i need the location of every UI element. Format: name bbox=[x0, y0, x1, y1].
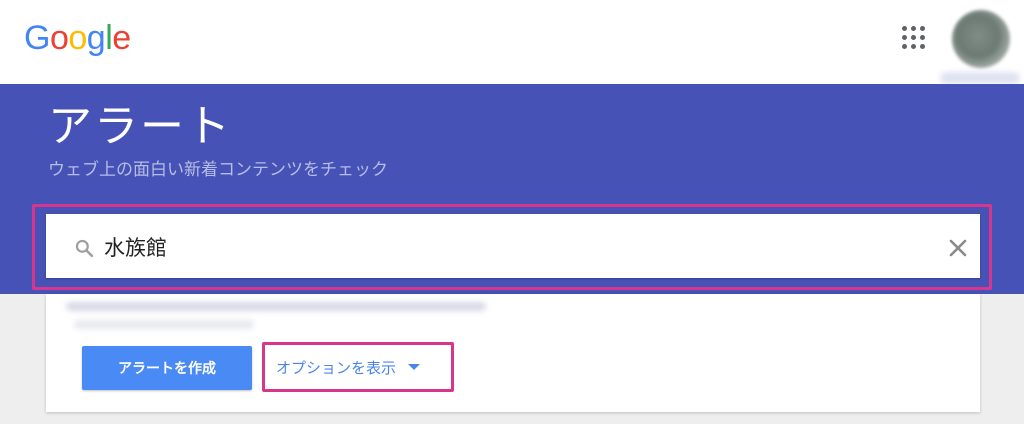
logo-letter: G bbox=[24, 19, 50, 57]
caret-down-icon bbox=[408, 364, 421, 370]
apps-grid-icon[interactable] bbox=[902, 26, 926, 50]
search-icon bbox=[75, 239, 94, 258]
logo-letter: o bbox=[49, 19, 69, 57]
blurred-text bbox=[66, 302, 486, 311]
show-options-button[interactable]: オプションを表示 bbox=[268, 348, 448, 386]
logo-letter: g bbox=[86, 19, 106, 57]
blurred-text bbox=[74, 320, 254, 329]
close-icon[interactable] bbox=[946, 236, 970, 260]
avatar[interactable] bbox=[952, 10, 1010, 68]
show-options-label: オプションを表示 bbox=[276, 358, 397, 377]
google-logo[interactable]: Google bbox=[24, 16, 131, 60]
search-input[interactable] bbox=[104, 230, 924, 266]
logo-letter: o bbox=[68, 19, 87, 57]
top-bar: Google bbox=[0, 0, 1024, 84]
logo-letter: l bbox=[105, 19, 113, 57]
page-subtitle: ウェブ上の面白い新着コンテンツをチェック bbox=[48, 160, 388, 180]
create-alert-button[interactable]: アラートを作成 bbox=[82, 346, 252, 390]
avatar-shadow bbox=[940, 72, 1020, 84]
page-title: アラート bbox=[48, 101, 232, 152]
logo-letter: e bbox=[112, 19, 131, 57]
